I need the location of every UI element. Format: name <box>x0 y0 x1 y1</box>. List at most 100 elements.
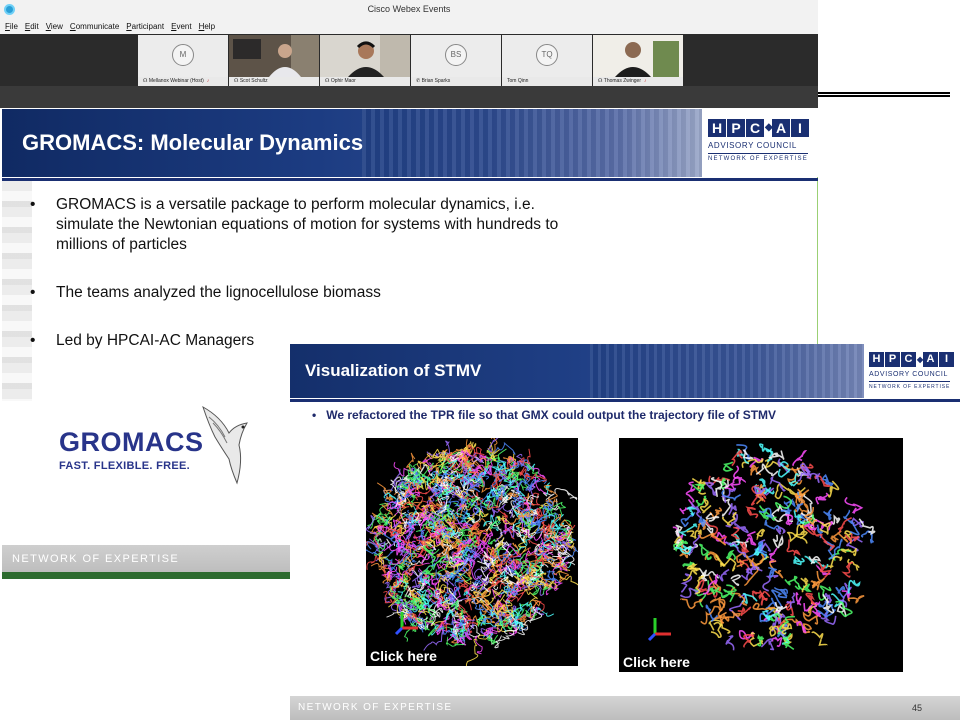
participant-tile-active[interactable]: ☊ Ophir Maor <box>320 35 410 86</box>
molecule-strand <box>464 618 477 631</box>
participant-tile[interactable]: BS ✆ Brian Sparks <box>411 35 501 86</box>
avatar: TQ <box>536 44 558 66</box>
molecule-strand <box>718 568 730 582</box>
molecule-strand <box>775 525 786 535</box>
footer-rule <box>2 572 292 579</box>
menu-view-rest: iew <box>50 22 63 31</box>
molecule-strand <box>750 464 762 476</box>
molecule-strand <box>793 555 805 566</box>
molecule-strand <box>722 461 734 472</box>
molecule-strand <box>756 528 766 540</box>
phone-icon: ✆ <box>416 78 421 84</box>
page-number: 45 <box>911 703 922 713</box>
menu-view[interactable]: View <box>46 20 63 34</box>
molecule-strand <box>835 586 846 599</box>
click-here-link[interactable]: Click here <box>370 648 437 664</box>
molecule-strand <box>490 508 500 518</box>
axis-triad-icon <box>647 632 657 642</box>
screen: Cisco Webex Events File Edit View Commun… <box>0 0 960 720</box>
molecule-strand <box>366 553 383 570</box>
stmv-visualization-sparse[interactable]: Click here <box>619 438 903 672</box>
molecule-strand <box>465 594 472 611</box>
participant-tile[interactable]: TQ Tom Qinn <box>502 35 592 86</box>
participant-video <box>229 35 319 77</box>
menu-event-rest: vent <box>176 22 192 31</box>
molecule-strand <box>795 592 803 606</box>
molecule-strand <box>815 492 829 505</box>
avatar: M <box>172 44 194 66</box>
stmv-visualization-dense[interactable]: Click here <box>366 438 578 666</box>
molecule-strand <box>746 553 765 567</box>
menu-participant[interactable]: Participant <box>126 20 164 34</box>
gromacs-logo: GROMACS FAST. FLEXIBLE. FREE. <box>59 427 204 472</box>
participant-video-strip: M ☊ Mellanox Webinar (Host) ♪ ☊ Scot Schu… <box>0 34 818 86</box>
molecule-strand <box>844 496 864 514</box>
bullet-item: • GROMACS is a versatile package to perfo… <box>30 196 559 253</box>
hpcai-letters: H P C ◆ A I <box>708 119 810 137</box>
menu-edit-rest: dit <box>30 22 39 31</box>
headset-icon: ☊ <box>234 78 239 84</box>
molecule-strand <box>715 481 723 497</box>
falcon-icon <box>202 405 248 485</box>
click-here-link[interactable]: Click here <box>623 654 690 670</box>
participant-name: ☊ Ophir Maor <box>320 77 410 86</box>
slide-title: GROMACS: Molecular Dynamics <box>22 130 364 155</box>
menu-help[interactable]: Help <box>199 20 215 34</box>
molecule-strand <box>733 465 746 484</box>
hpcai-subtitle: ADVISORY COUNCIL <box>869 371 948 378</box>
axis-triad-icon <box>394 626 404 636</box>
molecule-strand <box>741 561 757 581</box>
menu-communicate[interactable]: Communicate <box>70 20 119 34</box>
molecule-strand <box>785 514 794 526</box>
decorative-strip <box>2 181 32 401</box>
menu-file[interactable]: File <box>5 20 18 34</box>
menu-participant-rest: articipant <box>131 22 165 31</box>
mic-muted-icon: ♪ <box>206 78 210 84</box>
hpcai-logo: H P C ◆ A I ADVISORY COUNCIL NETWORK OF EXPER… <box>702 109 818 177</box>
molecule-strand <box>745 506 759 519</box>
gromacs-wordmark: GROMACS <box>59 427 204 457</box>
menu-event[interactable]: Event <box>171 20 191 34</box>
gromacs-tagline: FAST. FLEXIBLE. FREE. <box>59 460 190 472</box>
participant-video <box>320 35 410 77</box>
molecule-strand <box>680 598 703 610</box>
participant-name: ☊ Scot Schultz <box>229 77 319 86</box>
molecule-render <box>647 443 876 651</box>
menu-edit[interactable]: Edit <box>25 20 39 34</box>
molecule-strand <box>554 488 578 501</box>
molecule-strand <box>677 523 698 537</box>
headset-icon: ☊ <box>598 78 603 84</box>
footer-text: NETWORK OF EXPERTISE <box>12 553 180 565</box>
webex-window: Cisco Webex Events File Edit View Commun… <box>0 0 818 108</box>
participant-tile[interactable]: ☊ Scot Schultz <box>229 35 319 86</box>
molecule-strand <box>478 510 489 518</box>
headset-icon: ☊ <box>143 78 148 84</box>
molecule-strand <box>731 449 743 467</box>
molecule-strand <box>772 534 784 549</box>
participant-tile[interactable]: ☊ Thomas Zwinger ♪ <box>593 35 683 86</box>
molecule-strand <box>758 591 771 606</box>
molecule-strand <box>777 461 791 478</box>
participant-tile[interactable]: M ☊ Mellanox Webinar (Host) ♪ <box>138 35 228 86</box>
menu-communicate-rest: ommunicate <box>75 22 120 31</box>
molecule-strand <box>742 449 754 460</box>
molecule-strand <box>771 636 783 647</box>
molecule-strand <box>760 638 775 651</box>
molecule-strand <box>745 530 757 546</box>
molecule-strand <box>553 570 569 583</box>
molecule-strand <box>366 515 377 535</box>
molecule-strand <box>730 574 741 587</box>
molecule-strand <box>758 443 773 455</box>
molecule-strand <box>847 579 861 594</box>
slide-banner: Visualization of STMV <box>290 344 864 398</box>
participant-name: ☊ Thomas Zwinger ♪ <box>593 77 683 86</box>
hpcai-tagline: NETWORK OF EXPERTISE <box>869 381 951 390</box>
bullet-item: • We refactored the TPR file so that GMX … <box>312 408 777 422</box>
bullet-item: • The teams analyzed the lignocellulose b… <box>30 284 381 301</box>
participant-name: ☊ Mellanox Webinar (Host) ♪ <box>138 77 228 86</box>
participant-name: ✆ Brian Sparks <box>411 77 501 86</box>
molecule-strand <box>717 600 725 624</box>
slide-stmv: Visualization of STMV H P C ◆ A I ADVISORY CO… <box>290 344 960 720</box>
molecule-strand <box>811 631 828 646</box>
molecule-strand <box>704 482 718 496</box>
